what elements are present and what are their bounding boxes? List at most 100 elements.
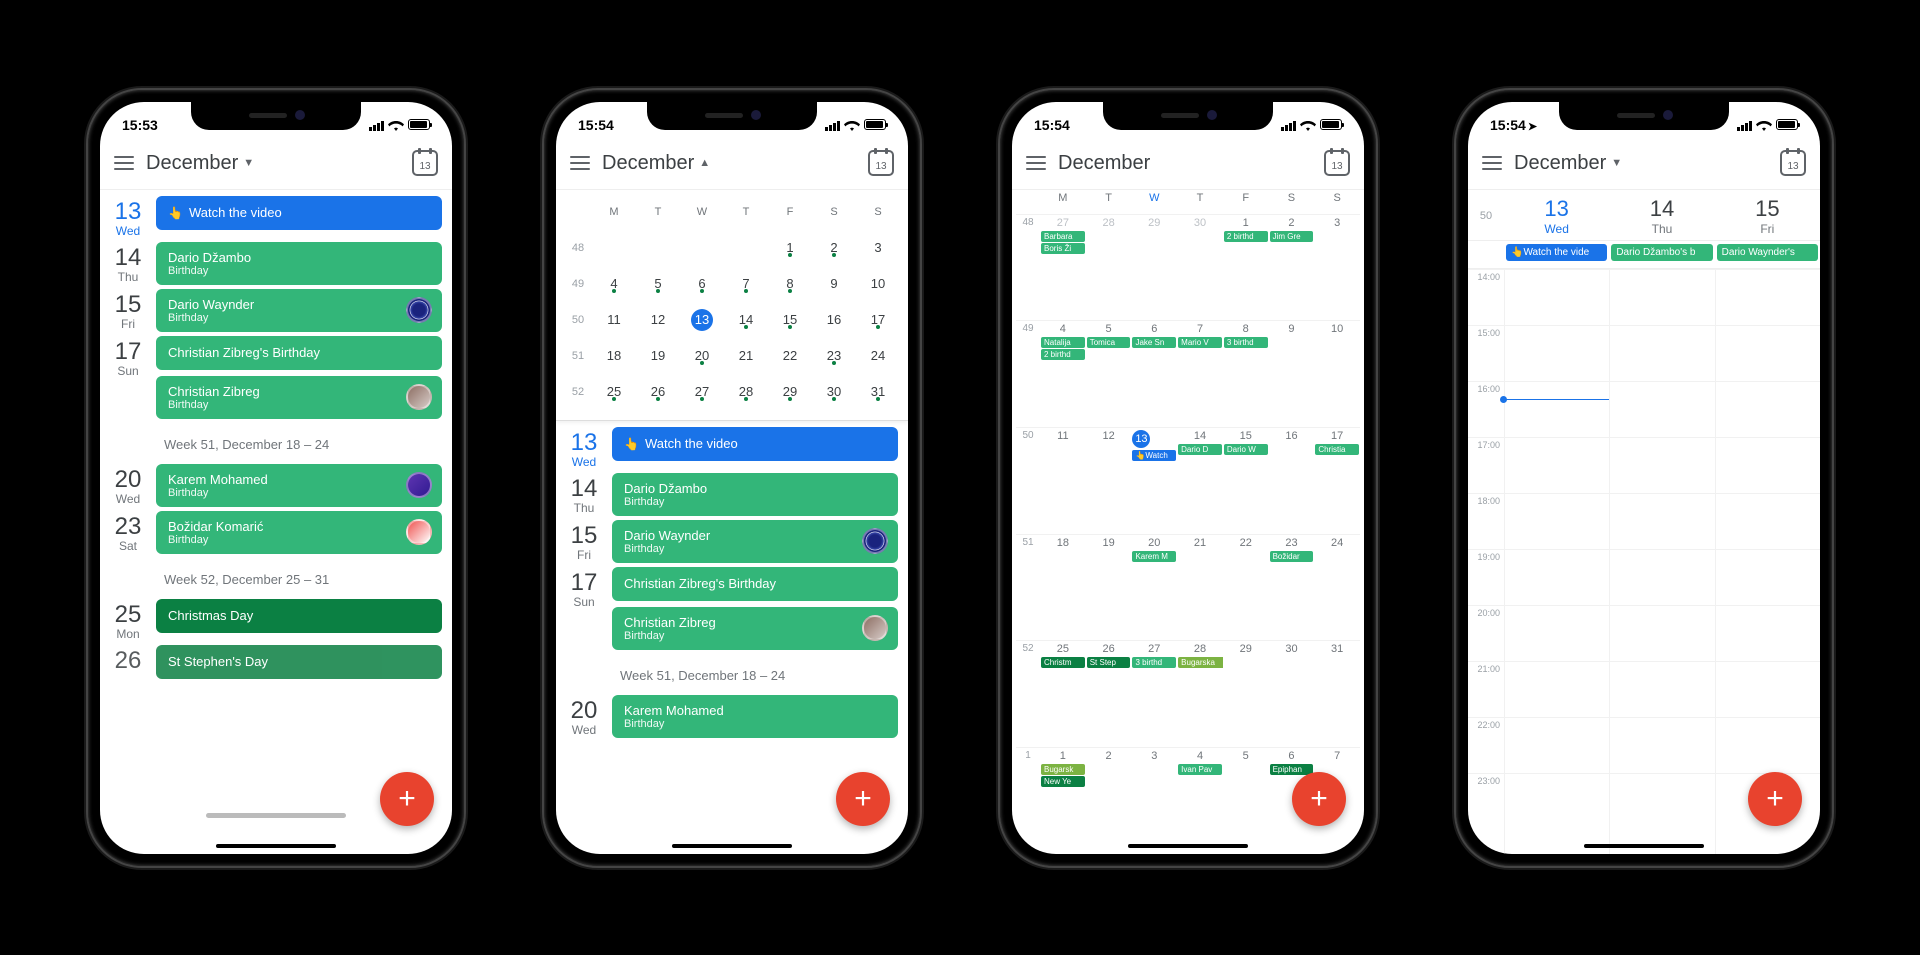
month-grid[interactable]: MTWTFSS4827BarbaraBoris Ži28293012 birth…	[1012, 190, 1364, 854]
event-chip[interactable]: St Stephen's Day	[156, 645, 442, 679]
event-chip[interactable]: Bugarsk	[1041, 764, 1085, 775]
month-day[interactable]: 17Christia	[1314, 430, 1360, 534]
mini-day[interactable]: 1	[768, 240, 812, 255]
month-selector[interactable]: December ▼	[1514, 152, 1622, 175]
month-day[interactable]: 18	[1040, 537, 1086, 641]
month-day[interactable]: 4Natalija2 birthd	[1040, 323, 1086, 427]
event-chip[interactable]: Christian Zibreg's Birthday	[612, 567, 898, 601]
month-day[interactable]: 3	[1314, 217, 1360, 321]
event-chip[interactable]: Epiphan	[1270, 764, 1314, 775]
month-day[interactable]: 23Božidar	[1269, 537, 1315, 641]
month-day[interactable]: 5	[1223, 750, 1269, 854]
month-day[interactable]: 7Mario V	[1177, 323, 1223, 427]
menu-icon[interactable]	[570, 156, 590, 170]
schedule-list[interactable]: 13Wed 👆Watch the video 14Thu Dario Džamb…	[100, 190, 452, 679]
event-chip[interactable]: Karem MohamedBirthday	[612, 695, 898, 738]
event-chip[interactable]: Natalija	[1041, 337, 1085, 348]
menu-icon[interactable]	[114, 156, 134, 170]
month-day[interactable]: 10	[1314, 323, 1360, 427]
mini-day[interactable]: 11	[592, 312, 636, 327]
event-chip[interactable]: Božidar KomarićBirthday	[156, 511, 442, 554]
event-chip[interactable]: New Ye	[1041, 776, 1085, 787]
mini-day[interactable]: 16	[812, 312, 856, 327]
mini-day[interactable]: 6	[680, 276, 724, 291]
home-indicator[interactable]	[1128, 844, 1248, 848]
day-column[interactable]	[1715, 269, 1820, 854]
event-chip[interactable]: 3 birthd	[1132, 657, 1176, 668]
mini-day[interactable]: 9	[812, 276, 856, 291]
day-header[interactable]: 15Fri	[1715, 190, 1820, 240]
month-day[interactable]: 4Ivan Pav	[1177, 750, 1223, 854]
event-chip[interactable]: Dario WaynderBirthday	[156, 289, 442, 332]
event-chip[interactable]: Barbara	[1041, 231, 1085, 242]
event-chip[interactable]: 👆Watch the video	[612, 427, 898, 461]
month-day[interactable]: 12 birthd	[1223, 217, 1269, 321]
event-chip[interactable]: Dario Džambo's b	[1611, 244, 1712, 261]
month-day[interactable]: 29	[1223, 643, 1269, 747]
mini-day[interactable]: 18	[592, 348, 636, 363]
month-day[interactable]: 11	[1040, 430, 1086, 534]
event-chip[interactable]: Dario WaynderBirthday	[612, 520, 898, 563]
mini-day[interactable]: 31	[856, 384, 900, 399]
event-chip[interactable]: Karem M	[1132, 551, 1176, 562]
event-chip[interactable]: Boris Ži	[1041, 243, 1085, 254]
today-button[interactable]: 13	[412, 150, 438, 176]
add-event-button[interactable]: +	[1292, 772, 1346, 826]
today-button[interactable]: 13	[1324, 150, 1350, 176]
day-column[interactable]	[1609, 269, 1714, 854]
add-event-button[interactable]: +	[1748, 772, 1802, 826]
mini-day[interactable]: 20	[680, 348, 724, 363]
mini-day[interactable]: 27	[680, 384, 724, 399]
event-chip[interactable]: 👆Watch	[1132, 450, 1176, 461]
month-day[interactable]: 21	[1177, 537, 1223, 641]
event-chip[interactable]: Dario D	[1178, 444, 1222, 455]
event-chip[interactable]: St Step	[1087, 657, 1131, 668]
day-column[interactable]	[1504, 269, 1609, 854]
mini-day[interactable]: 17	[856, 312, 900, 327]
event-chip[interactable]: Christian Zibreg's Birthday	[156, 336, 442, 370]
month-day[interactable]: 15Dario W	[1223, 430, 1269, 534]
month-day[interactable]: 25Christm	[1040, 643, 1086, 747]
month-day[interactable]: 30	[1177, 217, 1223, 321]
month-day[interactable]: 27BarbaraBoris Ži	[1040, 217, 1086, 321]
mini-day[interactable]: 19	[636, 348, 680, 363]
month-day[interactable]: 20Karem M	[1131, 537, 1177, 641]
home-indicator[interactable]	[1584, 844, 1704, 848]
mini-day[interactable]: 29	[768, 384, 812, 399]
mini-day[interactable]: 22	[768, 348, 812, 363]
month-day[interactable]: 28	[1086, 217, 1132, 321]
three-day-grid[interactable]: 50 13Wed 14Thu 15Fri 👆Watch the vide Dar…	[1468, 190, 1820, 854]
add-event-button[interactable]: +	[836, 772, 890, 826]
schedule-list[interactable]: 13Wed 👆Watch the video 14Thu Dario Džamb…	[556, 421, 908, 738]
event-chip[interactable]: Karem MohamedBirthday	[156, 464, 442, 507]
month-day[interactable]: 9	[1269, 323, 1315, 427]
mini-day[interactable]: 5	[636, 276, 680, 291]
menu-icon[interactable]	[1026, 156, 1046, 170]
event-chip[interactable]: Božidar	[1270, 551, 1314, 562]
event-chip[interactable]: 👆Watch the vide	[1506, 244, 1607, 261]
month-day[interactable]: 19	[1086, 537, 1132, 641]
event-chip[interactable]: Tomica	[1087, 337, 1131, 348]
mini-day[interactable]: 2	[812, 240, 856, 255]
event-chip[interactable]: Christm	[1041, 657, 1085, 668]
mini-day[interactable]: 8	[768, 276, 812, 291]
event-chip[interactable]: Bugarska	[1178, 657, 1223, 668]
event-chip[interactable]: Christmas Day	[156, 599, 442, 633]
event-chip[interactable]: Jim Gre	[1270, 231, 1314, 242]
today-button[interactable]: 13	[1780, 150, 1806, 176]
today-button[interactable]: 13	[868, 150, 894, 176]
mini-day[interactable]: 12	[636, 312, 680, 327]
mini-calendar[interactable]: MTWTFSS48 123494567891050111213141516175…	[556, 190, 908, 421]
mini-day[interactable]: 7	[724, 276, 768, 291]
event-chip[interactable]: Jake Sn	[1132, 337, 1176, 348]
add-event-button[interactable]: +	[380, 772, 434, 826]
event-chip[interactable]: Mario V	[1178, 337, 1222, 348]
event-chip[interactable]: Christian ZibregBirthday	[612, 607, 898, 650]
day-header[interactable]: 14Thu	[1609, 190, 1714, 240]
mini-day[interactable]: 3	[856, 240, 900, 255]
month-day[interactable]: 28Bugarska	[1177, 643, 1223, 747]
home-indicator[interactable]	[672, 844, 792, 848]
month-day[interactable]: 22	[1223, 537, 1269, 641]
mini-day[interactable]: 21	[724, 348, 768, 363]
event-chip[interactable]: Dario W	[1224, 444, 1268, 455]
